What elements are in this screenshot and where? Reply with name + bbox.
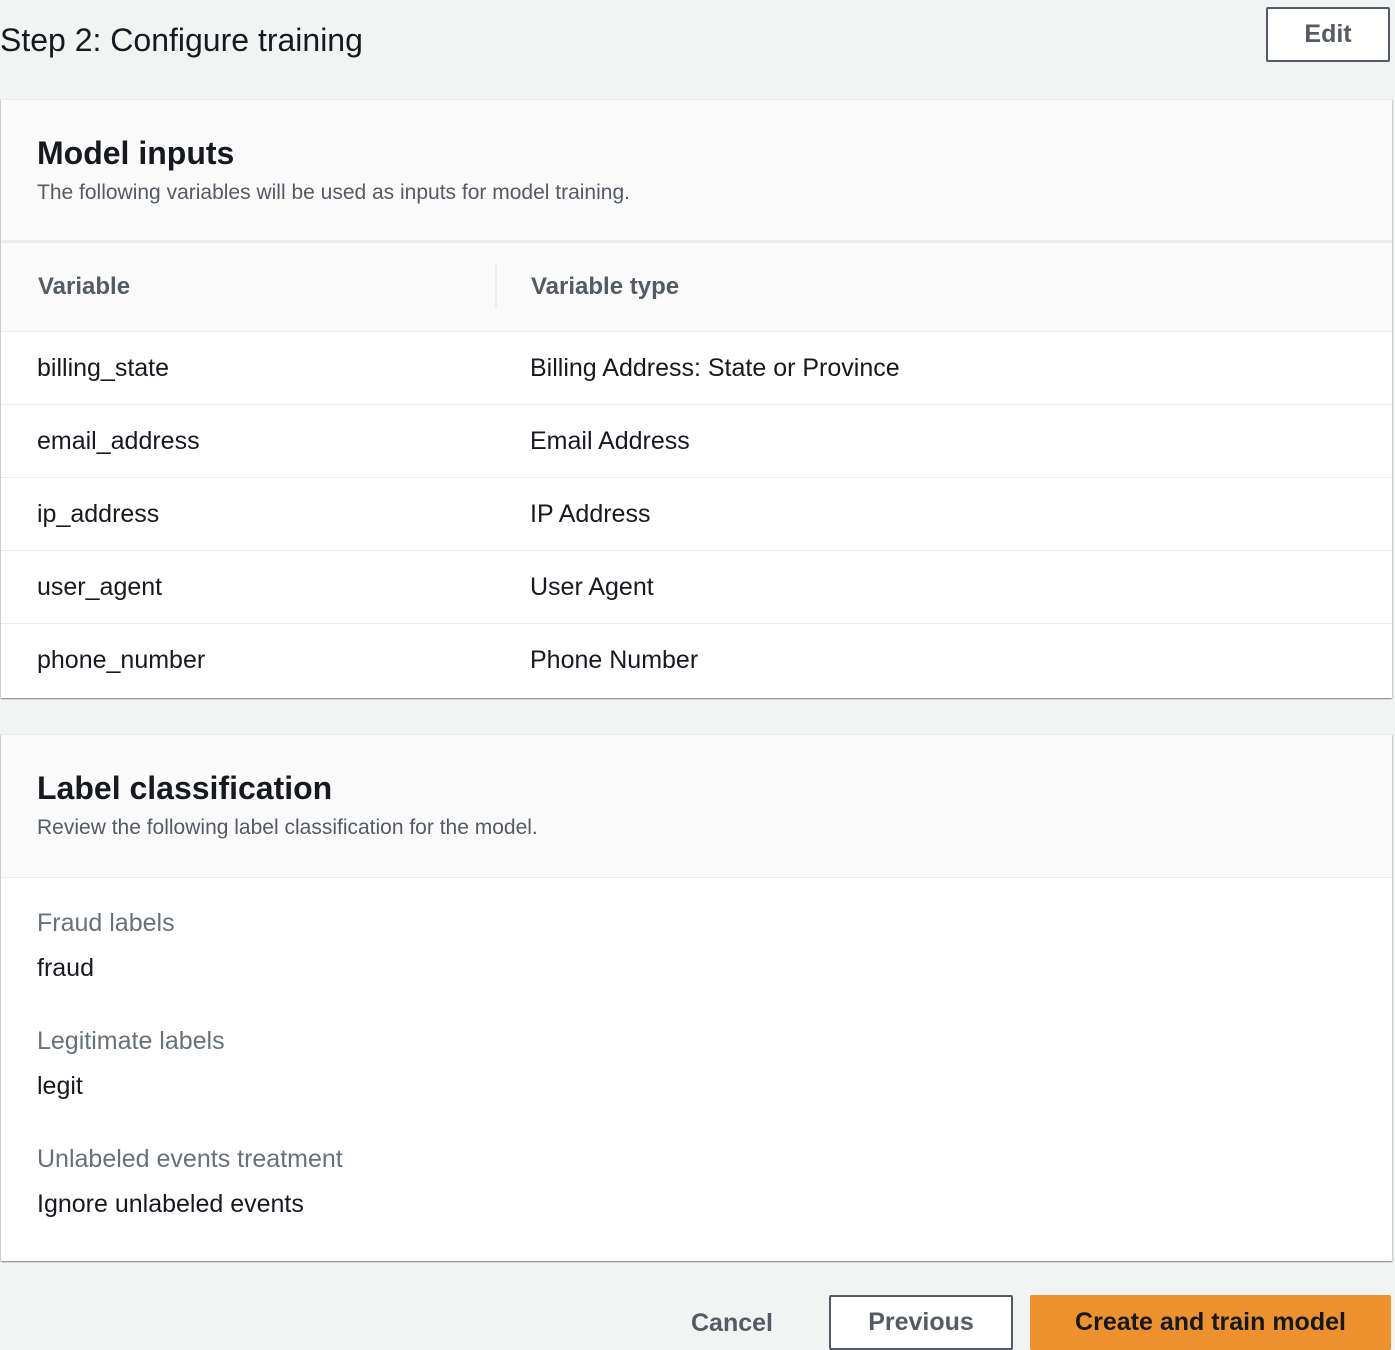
variable-type-cell: Email Address bbox=[530, 426, 690, 455]
label-classification-title: Label classification bbox=[37, 770, 333, 806]
label-classification-panel: Label classification Review the followin… bbox=[1, 734, 1392, 1261]
unlabeled-events-value: Ignore unlabeled events bbox=[37, 1190, 304, 1218]
table-row: email_address Email Address bbox=[1, 405, 1392, 478]
label-classification-description: Review the following label classificatio… bbox=[37, 816, 538, 839]
fraud-labels-key: Fraud labels bbox=[37, 909, 175, 937]
unlabeled-events-key: Unlabeled events treatment bbox=[37, 1145, 343, 1173]
page-title: Step 2: Configure training bbox=[0, 22, 363, 58]
variable-cell: email_address bbox=[37, 426, 200, 455]
variable-type-cell: IP Address bbox=[530, 499, 651, 528]
variable-cell: billing_state bbox=[37, 353, 170, 382]
table-row: ip_address IP Address bbox=[1, 478, 1392, 551]
label-classification-header: Label classification Review the followin… bbox=[1, 735, 1392, 878]
cancel-button[interactable]: Cancel bbox=[662, 1296, 802, 1350]
variable-cell: ip_address bbox=[37, 499, 160, 528]
legitimate-labels-value: legit bbox=[37, 1072, 83, 1100]
table-row: billing_state Billing Address: State or … bbox=[1, 332, 1392, 405]
variable-cell: user_agent bbox=[37, 572, 163, 601]
model-inputs-title: Model inputs bbox=[37, 135, 235, 171]
fraud-labels-value: fraud bbox=[37, 954, 94, 982]
column-header-variable: Variable bbox=[38, 273, 131, 300]
previous-button[interactable]: Previous bbox=[829, 1295, 1013, 1350]
legitimate-labels-key: Legitimate labels bbox=[37, 1027, 225, 1055]
variable-type-cell: User Agent bbox=[530, 572, 654, 601]
column-header-variable-type: Variable type bbox=[531, 273, 680, 300]
column-divider bbox=[495, 265, 497, 309]
create-and-train-model-button[interactable]: Create and train model bbox=[1030, 1295, 1391, 1350]
table-row: phone_number Phone Number bbox=[1, 624, 1392, 696]
edit-button[interactable]: Edit bbox=[1266, 7, 1390, 62]
model-inputs-panel: Model inputs The following variables wil… bbox=[1, 99, 1392, 698]
model-inputs-description: The following variables will be used as … bbox=[37, 181, 630, 204]
variable-type-cell: Billing Address: State or Province bbox=[530, 353, 900, 382]
table-row: user_agent User Agent bbox=[1, 551, 1392, 624]
table-header-row: Variable Variable type bbox=[1, 243, 1392, 332]
model-inputs-header: Model inputs The following variables wil… bbox=[1, 100, 1392, 243]
variables-table: Variable Variable type billing_state Bil… bbox=[1, 243, 1392, 696]
label-fields: Fraud labels fraud Legitimate labels leg… bbox=[1, 878, 1392, 1219]
variable-type-cell: Phone Number bbox=[530, 645, 699, 674]
variable-cell: phone_number bbox=[37, 645, 206, 674]
